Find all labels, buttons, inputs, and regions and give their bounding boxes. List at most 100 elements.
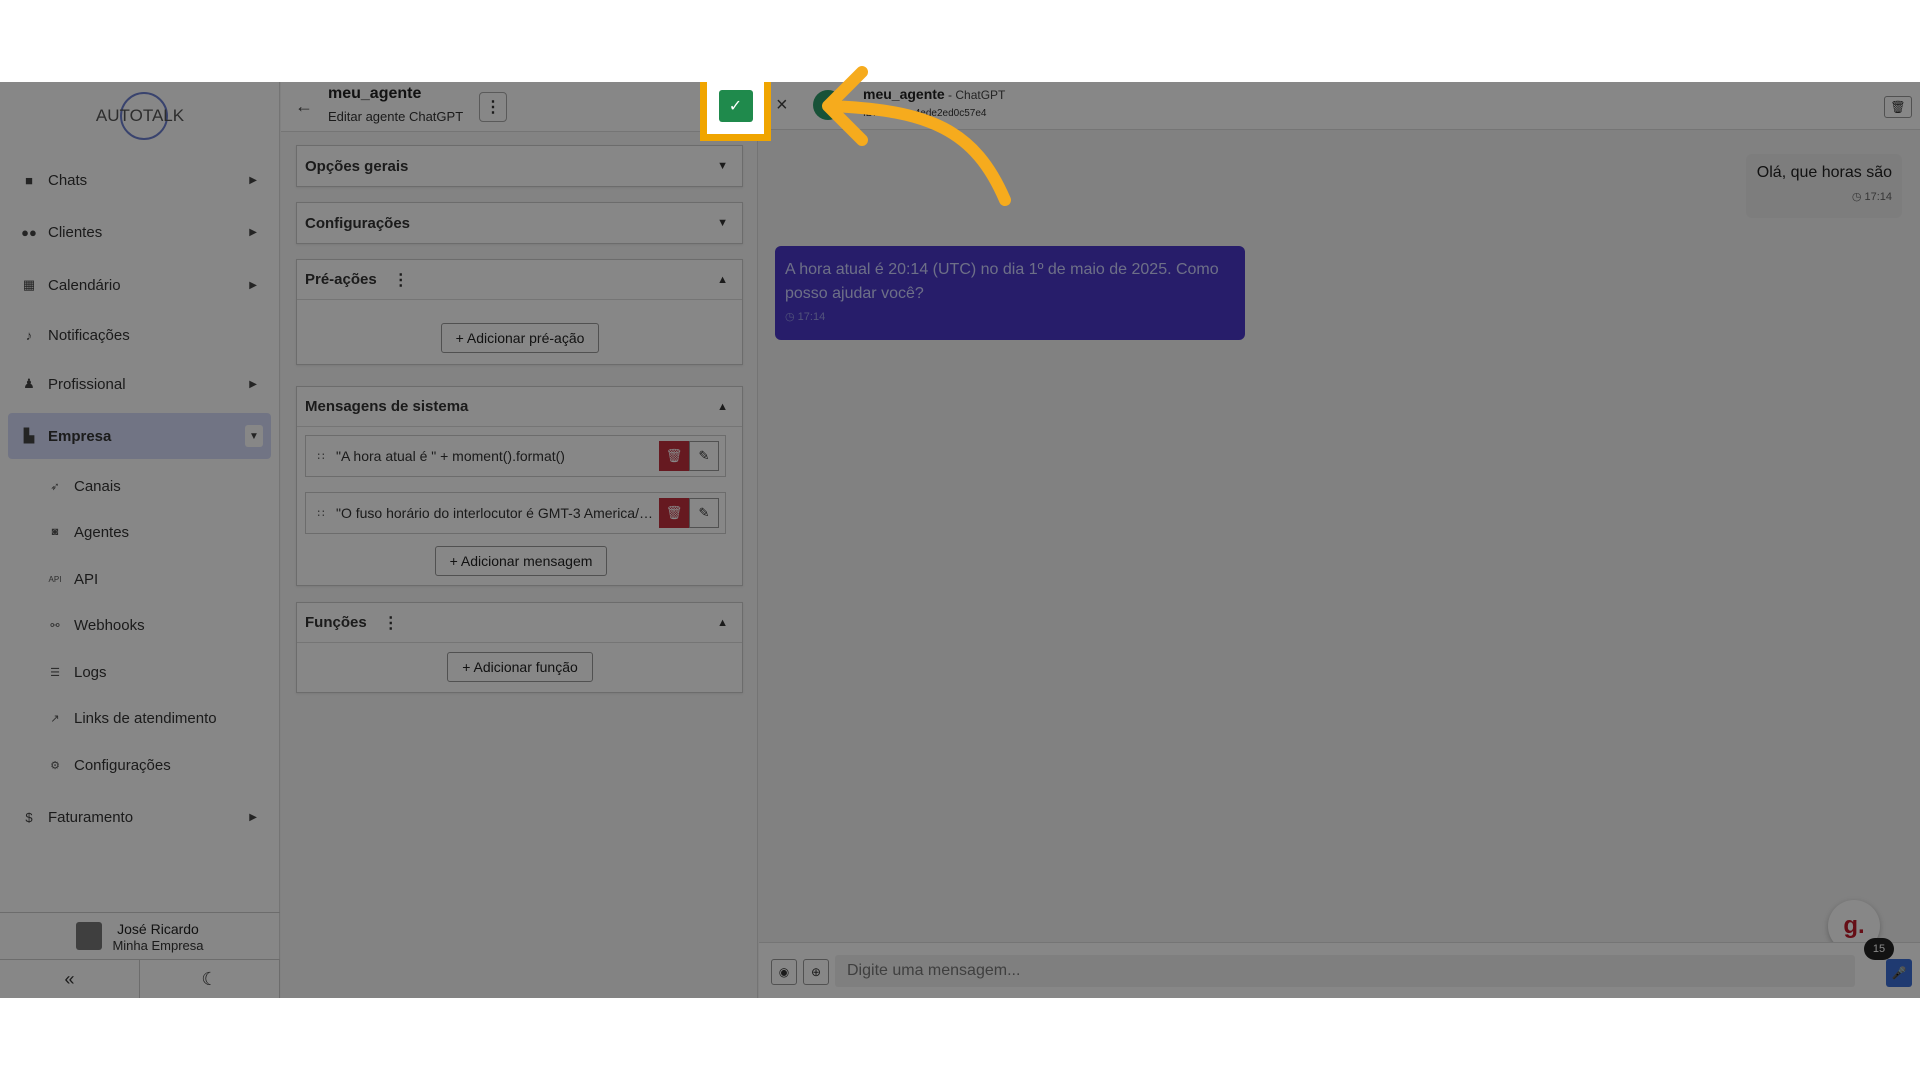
app-window: AUTOTALK ■ Chats ▶ ●● Clientes ▶ ▦ Calen… bbox=[0, 82, 1920, 998]
sidebar-subitem-label: Canais bbox=[74, 477, 121, 495]
sidebar-subitem-label: API bbox=[74, 570, 99, 588]
system-message-row[interactable]: ∷ "A hora atual é " + moment().format() … bbox=[305, 435, 726, 477]
delete-icon[interactable]: 🗑 bbox=[659, 498, 689, 528]
caret-right-icon: ▶ bbox=[249, 226, 257, 238]
sidebar-item-calendario[interactable]: ▦ Calendário ▶ bbox=[8, 262, 271, 308]
robot-icon: ◙ bbox=[51, 526, 59, 538]
caret-right-icon: ▶ bbox=[249, 811, 257, 823]
caret-down-icon: ▼ bbox=[717, 217, 728, 229]
section-opcoes-gerais[interactable]: Opções gerais ▼ bbox=[296, 145, 743, 187]
chat-preview-panel: meu_agente - ChatGPT ID: 6813a...4ede2ed… bbox=[759, 82, 1920, 998]
autotalk-logo: AUTOTALK bbox=[96, 92, 184, 140]
external-link-icon: ↗ bbox=[50, 712, 60, 725]
sidebar: AUTOTALK ■ Chats ▶ ●● Clientes ▶ ▦ Calen… bbox=[0, 82, 280, 998]
sidebar-subitem-label: Links de atendimento bbox=[74, 709, 217, 727]
sidebar-subitem-canais[interactable]: ➶ Canais bbox=[46, 466, 121, 506]
more-options-icon[interactable]: ⋮ bbox=[479, 92, 507, 122]
message-time: ◷ 17:14 bbox=[1851, 191, 1892, 203]
caret-down-icon[interactable]: ▼ bbox=[245, 425, 263, 447]
user-profile[interactable]: José Ricardo Minha Empresa bbox=[0, 912, 280, 960]
incoming-message: A hora atual é 20:14 (UTC) no dia 1º de … bbox=[775, 246, 1245, 340]
chat-agent-id: ID: 6813a...4ede2ed0c57e4 bbox=[863, 108, 987, 119]
caret-up-icon[interactable]: ▲ bbox=[717, 401, 728, 413]
sidebar-item-label: Empresa bbox=[48, 427, 112, 445]
close-icon[interactable]: × bbox=[776, 94, 788, 117]
sidebar-item-label: Faturamento bbox=[48, 808, 134, 826]
gear-icon: ⚙ bbox=[50, 759, 60, 772]
chat-icon: ■ bbox=[25, 172, 33, 188]
attach-icon[interactable]: ⊕ bbox=[803, 959, 829, 985]
message-input[interactable]: Digite uma mensagem... bbox=[835, 955, 1855, 987]
more-options-icon[interactable]: ⋮ bbox=[393, 270, 409, 290]
sidebar-subitem-configuracoes[interactable]: ⚙ Configurações bbox=[46, 745, 171, 785]
sidebar-subitem-webhooks[interactable]: ⚯ Webhooks bbox=[46, 605, 144, 645]
caret-up-icon[interactable]: ▲ bbox=[717, 617, 728, 629]
sidebar-subitem-label: Agentes bbox=[74, 523, 130, 541]
sidebar-subitem-api[interactable]: API API bbox=[46, 559, 99, 599]
user-org: Minha Empresa bbox=[112, 937, 204, 953]
sidebar-item-notificacoes[interactable]: ♪ Notificações bbox=[8, 312, 271, 358]
dark-mode-icon[interactable]: ☾ bbox=[140, 960, 280, 998]
sidebar-item-label: Calendário bbox=[48, 276, 121, 294]
sidebar-footer: « ☾ bbox=[0, 960, 280, 998]
editor-header: ← meu_agente Editar agente ChatGPT ⋮ bbox=[281, 82, 758, 132]
building-icon: ▙ bbox=[24, 428, 34, 443]
sidebar-item-label: Notificações bbox=[48, 326, 130, 344]
chat-header: meu_agente - ChatGPT ID: 6813a...4ede2ed… bbox=[759, 82, 1920, 130]
sidebar-item-label: Profissional bbox=[48, 375, 126, 393]
sidebar-item-profissional[interactable]: ♟ Profissional ▶ bbox=[8, 361, 271, 407]
system-message-text: "A hora atual é " + moment().format() bbox=[336, 448, 565, 464]
add-function-button[interactable]: + Adicionar função bbox=[447, 652, 593, 682]
microphone-icon[interactable]: 🎤 bbox=[1886, 959, 1912, 987]
agent-title: meu_agente bbox=[328, 85, 422, 102]
section-mensagens-sistema: Mensagens de sistema ▲ ∷ "A hora atual é… bbox=[296, 386, 743, 586]
caret-up-icon[interactable]: ▲ bbox=[717, 274, 728, 286]
sidebar-item-faturamento[interactable]: $ Faturamento ▶ bbox=[8, 794, 271, 840]
section-title: Configurações bbox=[305, 214, 411, 232]
delete-icon[interactable]: 🗑 bbox=[659, 441, 689, 471]
message-composer: ◉ ⊕ Digite uma mensagem... 🎤 bbox=[759, 942, 1920, 998]
bell-icon: ♪ bbox=[25, 327, 33, 343]
collapse-sidebar-icon[interactable]: « bbox=[0, 960, 140, 998]
message-text: A hora atual é 20:14 (UTC) no dia 1º de … bbox=[785, 261, 1219, 302]
message-time: ◷ 17:14 bbox=[785, 311, 826, 323]
caret-right-icon: ▶ bbox=[249, 378, 257, 390]
agent-subtitle: Editar agente ChatGPT bbox=[328, 109, 464, 124]
drag-handle-icon[interactable]: ∷ bbox=[306, 450, 336, 463]
sidebar-subitem-agentes[interactable]: ◙ Agentes bbox=[46, 512, 129, 552]
notification-badge: 15 bbox=[1864, 938, 1894, 960]
user-tie-icon: ♟ bbox=[23, 376, 35, 391]
sidebar-item-clientes[interactable]: ●● Clientes ▶ bbox=[8, 209, 271, 255]
camera-icon[interactable]: ◉ bbox=[771, 959, 797, 985]
sidebar-subitem-label: Configurações bbox=[74, 756, 171, 774]
save-button[interactable]: ✓ bbox=[718, 89, 753, 122]
caret-right-icon: ▶ bbox=[249, 174, 257, 186]
api-icon: API bbox=[48, 574, 62, 584]
edit-icon[interactable]: ✎ bbox=[689, 441, 719, 471]
system-message-row[interactable]: ∷ "O fuso horário do interlocutor é GMT-… bbox=[305, 492, 726, 534]
agent-editor-panel: ← meu_agente Editar agente ChatGPT ⋮ Opç… bbox=[281, 82, 758, 998]
sidebar-item-empresa[interactable]: ▙ Empresa ▼ bbox=[8, 413, 271, 459]
chat-agent-name: meu_agente - ChatGPT bbox=[863, 86, 1006, 102]
rocket-icon: ➶ bbox=[50, 480, 60, 493]
agent-avatar bbox=[813, 90, 843, 120]
add-preaction-button[interactable]: + Adicionar pré-ação bbox=[441, 323, 599, 353]
sidebar-subitem-links[interactable]: ↗ Links de atendimento bbox=[46, 698, 217, 738]
more-options-icon[interactable]: ⋮ bbox=[383, 613, 399, 633]
add-message-button[interactable]: + Adicionar mensagem bbox=[435, 546, 607, 576]
section-funcoes: Funções ⋮ ▲ + Adicionar função bbox=[296, 602, 743, 693]
back-arrow-icon[interactable]: ← bbox=[295, 96, 313, 117]
section-title: Pré-ações bbox=[305, 271, 377, 288]
calendar-icon: ▦ bbox=[22, 277, 36, 292]
drag-handle-icon[interactable]: ∷ bbox=[306, 507, 336, 520]
users-icon: ●● bbox=[21, 224, 37, 240]
sidebar-subitem-logs[interactable]: ☰ Logs bbox=[46, 652, 107, 692]
avatar bbox=[76, 922, 103, 950]
edit-icon[interactable]: ✎ bbox=[689, 498, 719, 528]
sidebar-subitem-label: Logs bbox=[74, 663, 107, 681]
dollar-icon: $ bbox=[25, 809, 33, 825]
section-title: Mensagens de sistema bbox=[305, 398, 469, 415]
sidebar-item-chats[interactable]: ■ Chats ▶ bbox=[8, 157, 271, 203]
section-configuracoes[interactable]: Configurações ▼ bbox=[296, 202, 743, 244]
trash-icon[interactable]: 🗑 bbox=[1884, 96, 1912, 118]
